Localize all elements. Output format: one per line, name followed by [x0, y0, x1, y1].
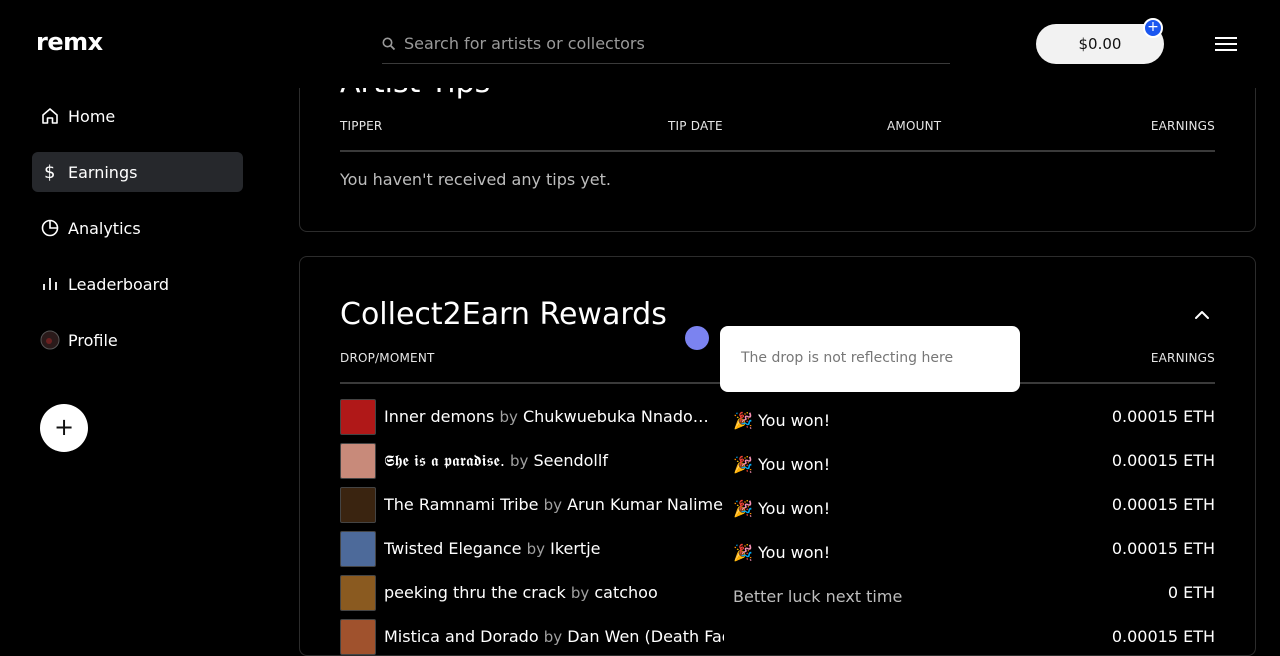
- tooltip-text: The drop is not reflecting here: [741, 350, 954, 366]
- sidebar-item-leaderboard[interactable]: Leaderboard: [32, 264, 243, 304]
- drop-thumbnail[interactable]: [340, 619, 376, 655]
- by-label: by: [526, 540, 545, 558]
- chevron-up-icon[interactable]: [1194, 307, 1210, 323]
- by-label: by: [543, 628, 563, 646]
- drop-thumbnail[interactable]: [340, 487, 376, 523]
- earnings-value: 0.00015 ETH: [1111, 451, 1215, 470]
- create-button[interactable]: +: [40, 404, 88, 452]
- earnings-value: 0.00015 ETH: [1111, 539, 1215, 558]
- sidebar-item-earnings[interactable]: $ Earnings: [32, 152, 243, 192]
- drop-title[interactable]: The Ramnami Tribe: [384, 495, 539, 514]
- table-row[interactable]: The Ramnami Tribe by Arun Kumar Nalimel …: [340, 487, 1215, 523]
- table-row[interactable]: Twisted Elegance by Ikertje 🎉 You won! 0…: [340, 531, 1215, 567]
- collect2earn-card: Collect2Earn Rewards DROP/MOMENT EARNING…: [299, 256, 1256, 656]
- drop-title-cell: The Ramnami Tribe by Arun Kumar Nalimel: [384, 495, 724, 514]
- drop-title-cell: 𝕾𝖍𝖊 𝖎𝖘 𝖆 𝖕𝖆𝖗𝖆𝖉𝖎𝖘𝖊. by Seendollf: [384, 451, 724, 471]
- drop-title[interactable]: Inner demons: [384, 407, 494, 426]
- tooltip: The drop is not reflecting here: [720, 326, 1020, 392]
- table-row[interactable]: Inner demons by Chukwuebuka Nnado… 🎉 You…: [340, 399, 1215, 435]
- hamburger-menu-icon[interactable]: [1214, 34, 1238, 54]
- result-text: 🎉 You won!: [733, 455, 831, 474]
- search-bar[interactable]: [382, 24, 950, 64]
- sidebar-item-label: Leaderboard: [68, 274, 170, 294]
- sidebar-item-label: Earnings: [68, 162, 138, 182]
- bar-chart-icon: [40, 274, 60, 294]
- table-row[interactable]: 𝕾𝖍𝖊 𝖎𝖘 𝖆 𝖕𝖆𝖗𝖆𝖉𝖎𝖘𝖊. by Seendollf 🎉 You wo…: [340, 443, 1215, 479]
- result-text: 🎉 You won!: [733, 499, 831, 518]
- artist-name[interactable]: Ikertje: [550, 539, 600, 558]
- by-label: by: [570, 584, 590, 602]
- sidebar-item-home[interactable]: Home: [32, 96, 243, 136]
- drop-title-cell: Inner demons by Chukwuebuka Nnado…: [384, 407, 724, 426]
- result-text: Better luck next time: [733, 587, 903, 606]
- sidebar: Home $ Earnings Analytics Leaderboard Pr…: [32, 96, 243, 376]
- sidebar-item-profile[interactable]: Profile: [32, 320, 243, 360]
- sidebar-item-analytics[interactable]: Analytics: [32, 208, 243, 248]
- drop-thumbnail[interactable]: [340, 399, 376, 435]
- drop-title-cell: Twisted Elegance by Ikertje: [384, 539, 724, 558]
- artist-name[interactable]: Dan Wen (Death Fad…: [567, 627, 724, 646]
- section-title: Collect2Earn Rewards: [340, 297, 667, 332]
- search-input[interactable]: [404, 34, 944, 53]
- earnings-value: 0 ETH: [1167, 583, 1215, 602]
- svg-text:$: $: [44, 162, 55, 182]
- drop-thumbnail[interactable]: [340, 575, 376, 611]
- top-bar: remx $0.00 +: [0, 0, 1280, 88]
- table-row[interactable]: Mistica and Dorado by Dan Wen (Death Fad…: [340, 619, 1215, 655]
- result-text: 🎉 You won!: [733, 411, 831, 430]
- by-label: by: [510, 452, 529, 470]
- earnings-value: 0.00015 ETH: [1111, 627, 1215, 646]
- column-header-earnings: EARNINGS: [1150, 351, 1215, 365]
- drop-title[interactable]: Mistica and Dorado: [384, 627, 539, 646]
- result-text: 🎉 You won!: [733, 543, 831, 562]
- sidebar-item-label: Home: [68, 106, 116, 126]
- earnings-value: 0.00015 ETH: [1111, 407, 1215, 426]
- column-header-earnings: EARNINGS: [1150, 119, 1215, 133]
- column-header-tip-date: TIP DATE: [668, 119, 723, 133]
- sidebar-item-label: Analytics: [68, 218, 141, 238]
- artist-name[interactable]: Seendollf: [534, 451, 608, 470]
- cursor-indicator: [685, 326, 709, 350]
- search-icon: [382, 37, 396, 50]
- add-funds-button[interactable]: +: [1143, 18, 1163, 38]
- by-label: by: [543, 496, 563, 514]
- drop-title[interactable]: peeking thru the crack: [384, 583, 566, 602]
- table-row[interactable]: peeking thru the crack by catchoo Better…: [340, 575, 1215, 611]
- dollar-icon: $: [40, 162, 60, 182]
- sidebar-item-label: Profile: [68, 330, 118, 350]
- drop-title-cell: Mistica and Dorado by Dan Wen (Death Fad…: [384, 627, 724, 646]
- column-header-amount: AMOUNT: [887, 119, 942, 133]
- drop-thumbnail[interactable]: [340, 443, 376, 479]
- by-label: by: [499, 408, 518, 426]
- home-icon: [40, 106, 60, 126]
- earnings-value: 0.00015 ETH: [1111, 495, 1215, 514]
- drop-thumbnail[interactable]: [340, 531, 376, 567]
- pie-chart-icon: [40, 218, 60, 238]
- column-header-tipper: TIPPER: [340, 119, 383, 133]
- drop-title[interactable]: 𝕾𝖍𝖊 𝖎𝖘 𝖆 𝖕𝖆𝖗𝖆𝖉𝖎𝖘𝖊.: [384, 451, 505, 470]
- artist-name[interactable]: catchoo: [594, 583, 657, 602]
- empty-state-message: You haven't received any tips yet.: [340, 170, 611, 189]
- logo[interactable]: remx: [36, 28, 103, 56]
- avatar-icon: [40, 330, 60, 350]
- artist-name[interactable]: Chukwuebuka Nnado…: [523, 407, 709, 426]
- drop-title-cell: peeking thru the crack by catchoo: [384, 583, 724, 602]
- drop-title[interactable]: Twisted Elegance: [384, 539, 522, 558]
- divider: [340, 150, 1215, 152]
- artist-name[interactable]: Arun Kumar Nalimel: [567, 495, 724, 514]
- column-header-drop: DROP/MOMENT: [340, 351, 435, 365]
